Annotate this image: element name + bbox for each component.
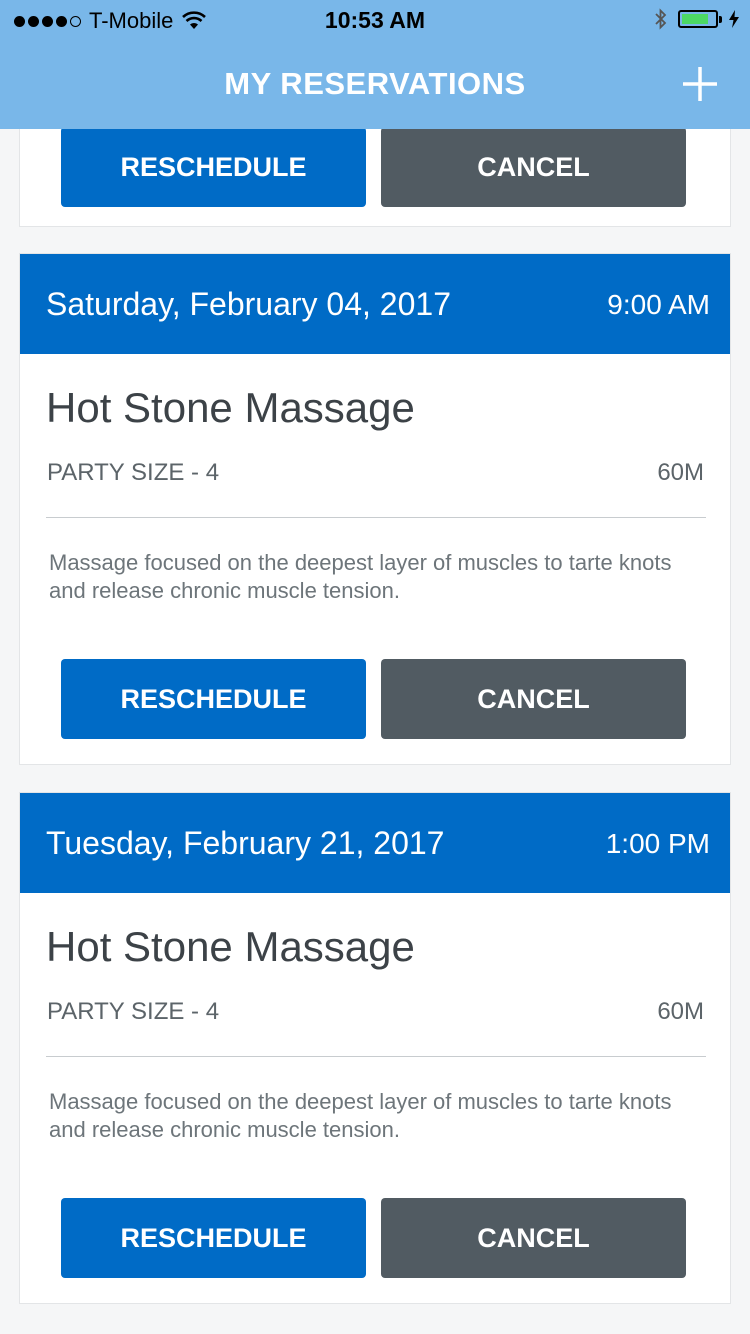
reservation-header: Tuesday, February 21, 2017 1:00 PM xyxy=(20,793,730,893)
reservation-time: 1:00 PM xyxy=(605,828,710,859)
reservation-card: Tuesday, February 21, 2017 1:00 PM Hot S… xyxy=(19,792,731,1304)
reschedule-button[interactable]: RESCHEDULE xyxy=(61,127,366,207)
service-description: Massage focused on the deepest layer of … xyxy=(49,1089,672,1142)
divider xyxy=(46,517,706,518)
cancel-button[interactable]: CANCEL xyxy=(381,127,686,207)
reschedule-button[interactable]: RESCHEDULE xyxy=(61,1198,366,1278)
cancel-button[interactable]: CANCEL xyxy=(381,1198,686,1278)
party-size: PARTY SIZE - 4 xyxy=(47,459,220,486)
status-time: 10:53 AM xyxy=(324,7,426,33)
plus-icon xyxy=(683,67,717,101)
bluetooth-icon xyxy=(655,8,667,30)
divider xyxy=(46,1056,706,1057)
reservation-time: 9:00 AM xyxy=(607,289,710,320)
service-description: Massage focused on the deepest layer of … xyxy=(49,550,672,603)
cancel-button[interactable]: CANCEL xyxy=(381,659,686,739)
page-title: MY RESERVATIONS xyxy=(224,66,526,101)
status-bar: T-Mobile 10:53 AM xyxy=(0,0,750,40)
add-reservation-button[interactable] xyxy=(680,64,720,104)
service-name: Hot Stone Massage xyxy=(46,923,415,970)
status-right xyxy=(654,8,740,30)
reservation-date: Saturday, February 04, 2017 xyxy=(46,286,451,322)
reschedule-button[interactable]: RESCHEDULE xyxy=(61,659,366,739)
charging-icon xyxy=(729,10,739,28)
party-size: PARTY SIZE - 4 xyxy=(47,998,220,1025)
battery-icon xyxy=(678,10,722,28)
reservation-card: Saturday, February 04, 2017 9:00 AM Hot … xyxy=(19,253,731,765)
service-name: Hot Stone Massage xyxy=(46,384,415,431)
duration: 60M xyxy=(657,998,704,1025)
duration: 60M xyxy=(657,459,704,486)
nav-bar: MY RESERVATIONS xyxy=(0,40,750,129)
reservation-header: Saturday, February 04, 2017 9:00 AM xyxy=(20,254,730,354)
reservation-date: Tuesday, February 21, 2017 xyxy=(46,825,445,861)
